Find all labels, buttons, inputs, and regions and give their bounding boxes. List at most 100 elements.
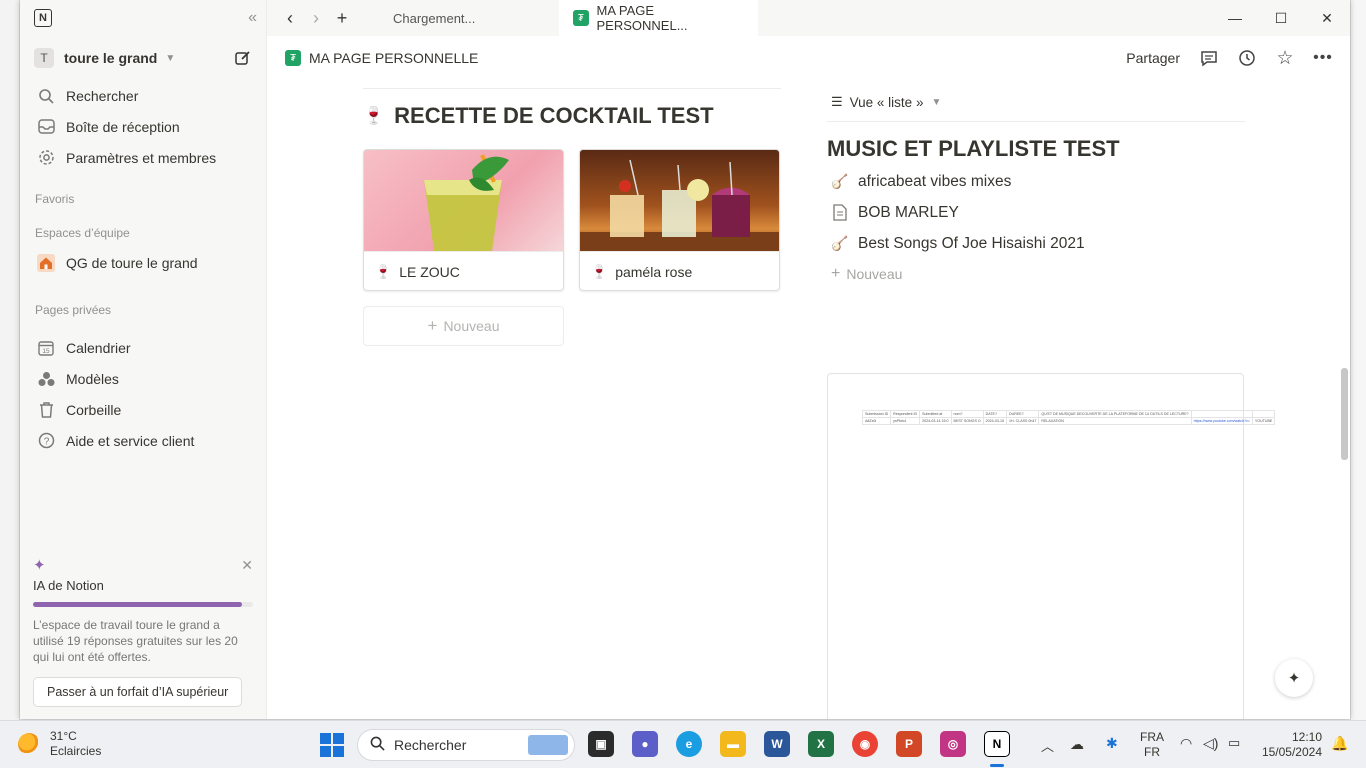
list-view-icon: ☰: [831, 94, 843, 109]
ai-assistant-button[interactable]: ✦: [1275, 659, 1313, 697]
onedrive-icon[interactable]: ☁: [1070, 736, 1084, 753]
sidebar-item-settings[interactable]: Paramètres et membres: [20, 142, 266, 173]
guitar-icon: 🪕: [831, 173, 849, 189]
view-selector[interactable]: ☰ Vue « liste » ▼: [827, 92, 1245, 112]
sidebar-item-label: QG de toure le grand: [66, 254, 198, 271]
star-icon[interactable]: ☆: [1276, 48, 1294, 69]
powerpoint-icon[interactable]: P: [896, 731, 922, 757]
workspace-name: toure le grand: [64, 50, 158, 66]
embedded-spreadsheet[interactable]: Submission ID Respondent ID Submitted at…: [827, 373, 1276, 719]
sidebar-item-label: Rechercher: [66, 87, 139, 104]
private-pages-section[interactable]: Pages privées: [20, 300, 266, 320]
team-spaces-section[interactable]: Espaces d’équipe: [20, 223, 266, 243]
share-button[interactable]: Partager: [1126, 50, 1180, 66]
ai-title: IA de Notion: [33, 578, 104, 593]
language-code: FRA: [1140, 730, 1164, 744]
sidebar-item-inbox[interactable]: Boîte de réception: [20, 111, 266, 142]
chevron-up-icon[interactable]: ︿: [1041, 736, 1054, 755]
tab-loading[interactable]: Chargement...: [379, 0, 559, 36]
gear-icon: [36, 148, 56, 168]
table-cell: [1190, 410, 1253, 418]
sidebar-item-help[interactable]: ? Aide et service client: [20, 425, 266, 456]
volume-icon[interactable]: ◁): [1203, 735, 1218, 752]
ai-usage-fill: [33, 602, 242, 607]
minimize-icon[interactable]: —: [1212, 10, 1258, 27]
chrome-icon[interactable]: ◉: [852, 731, 878, 757]
embedded-table: Submission ID Respondent ID Submitted at…: [861, 410, 1276, 425]
table-cell: QU'ET DE MUSIQUE DECOUVERTE DE LA PLATEF…: [1038, 410, 1192, 418]
language-indicator[interactable]: FRA FR: [1140, 730, 1164, 760]
list-item[interactable]: 🪕 africabeat vibes mixes: [827, 166, 1245, 197]
close-window-icon[interactable]: ✕: [1304, 10, 1350, 27]
svg-text:15: 15: [42, 348, 50, 355]
new-card-button[interactable]: + Nouveau: [363, 306, 564, 346]
list-item[interactable]: 🪕 Best Songs Of Joe Hisaishi 2021: [827, 228, 1245, 259]
battery-icon[interactable]: ▭: [1228, 735, 1240, 751]
scrollbar[interactable]: [1339, 80, 1350, 719]
file-explorer-icon[interactable]: ▬: [720, 731, 746, 757]
weather-sun-icon: [18, 733, 40, 755]
instagram-icon[interactable]: ◎: [940, 731, 966, 757]
view-label: Vue « liste »: [849, 94, 924, 110]
notification-bell-icon[interactable]: 🔔: [1331, 735, 1348, 752]
sidebar-item-label: Modèles: [66, 370, 119, 387]
table-cell: 2024-03-14 15:0: [919, 417, 952, 425]
forward-icon[interactable]: ›: [303, 8, 329, 29]
list-title[interactable]: MUSIC ET PLAYLISTE TEST: [827, 136, 1245, 166]
plus-icon: +: [831, 265, 841, 282]
close-icon[interactable]: ✕: [241, 557, 253, 574]
gallery-card[interactable]: 🍷 paméla rose: [579, 149, 780, 291]
page-content: 🍷 RECETTE DE COCKTAIL TEST 🍷 LE ZOUC 🍷 p…: [267, 80, 1350, 719]
sidebar-item-label: Calendrier: [66, 339, 131, 356]
cocktail-gallery: 🍷 RECETTE DE COCKTAIL TEST 🍷 LE ZOUC 🍷 p…: [363, 88, 781, 346]
new-label: Nouveau: [846, 266, 903, 282]
maximize-icon[interactable]: ☐: [1258, 10, 1304, 27]
table-cell: nom?: [950, 410, 984, 418]
table-row: Submission ID Respondent ID Submitted at…: [861, 410, 1276, 418]
sidebar-item-calendar[interactable]: 15 Calendrier: [20, 332, 266, 363]
wifi-icon[interactable]: ◠: [1180, 735, 1192, 752]
gallery-title[interactable]: 🍷 RECETTE DE COCKTAIL TEST: [363, 101, 781, 131]
favorites-section[interactable]: Favoris: [20, 189, 266, 209]
ai-usage-text: L’espace de travail toure le grand a uti…: [33, 618, 238, 664]
task-view-icon[interactable]: ▣: [588, 731, 614, 757]
clock[interactable]: 12:10 15/05/2024: [1262, 730, 1322, 760]
new-tab-icon[interactable]: +: [329, 8, 355, 29]
notion-app-icon[interactable]: N: [984, 731, 1010, 757]
sidebar-item-trash[interactable]: Corbeille: [20, 394, 266, 425]
word-icon[interactable]: W: [764, 731, 790, 757]
workspace-switcher[interactable]: T toure le grand ▼: [20, 36, 266, 80]
music-list: ☰ Vue « liste » ▼ MUSIC ET PLAYLISTE TES…: [827, 92, 1245, 289]
new-list-item-button[interactable]: + Nouveau: [827, 259, 1245, 289]
date: 15/05/2024: [1261, 745, 1322, 759]
excel-icon[interactable]: X: [808, 731, 834, 757]
breadcrumb[interactable]: ₮ MA PAGE PERSONNELLE: [285, 50, 478, 66]
table-row: A8Zx0l ysPbrk4 2024-03-14 15:0 BEST SONG…: [861, 417, 1276, 425]
upgrade-ai-button[interactable]: Passer à un forfait d’IA supérieur: [33, 677, 243, 707]
gallery-card[interactable]: 🍷 LE ZOUC: [363, 149, 564, 291]
back-icon[interactable]: ‹: [277, 8, 303, 29]
title-bar: ‹ › + Chargement... ₮ MA PAGE PERSONNEL.…: [267, 0, 1350, 36]
list-item[interactable]: BOB MARLEY: [827, 197, 1245, 228]
windows-start-icon[interactable]: [320, 733, 344, 757]
table-cell: A8Zx0l: [861, 417, 892, 425]
sidebar-item-team-hq[interactable]: QG de toure le grand: [20, 247, 266, 278]
ai-usage-bar: [33, 602, 253, 607]
new-page-icon[interactable]: [234, 49, 252, 67]
bluetooth-icon[interactable]: ✱: [1106, 735, 1118, 752]
teams-icon[interactable]: ●: [632, 731, 658, 757]
weather-widget[interactable]: 31°C Eclaircies: [18, 729, 101, 759]
sidebar-item-search[interactable]: Rechercher: [20, 80, 266, 111]
history-icon[interactable]: [1238, 49, 1256, 67]
weather-condition: Eclaircies: [50, 744, 102, 758]
sidebar-item-label: Paramètres et membres: [66, 149, 217, 166]
tab-active-page[interactable]: ₮ MA PAGE PERSONNEL...: [559, 0, 758, 36]
help-icon: ?: [36, 431, 56, 451]
more-icon[interactable]: •••: [1313, 49, 1332, 67]
scroll-thumb[interactable]: [1341, 368, 1348, 460]
edge-icon[interactable]: e: [676, 731, 702, 757]
comments-icon[interactable]: [1200, 49, 1218, 67]
collapse-sidebar-icon[interactable]: «: [248, 9, 257, 27]
taskbar-search-input[interactable]: Rechercher: [357, 729, 575, 761]
sidebar-item-templates[interactable]: Modèles: [20, 363, 266, 394]
